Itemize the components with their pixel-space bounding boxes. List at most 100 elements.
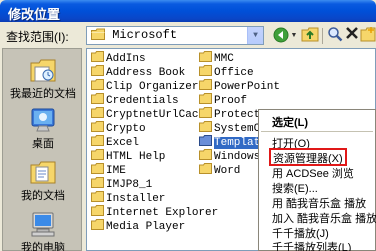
back-arrow-icon [273,27,289,43]
folder-name: Proof [214,95,248,107]
menu-separator [261,131,373,132]
look-in-value: Microsoft [112,28,178,42]
folder-item[interactable]: PowerPoint [199,79,280,93]
folder-name: Credentials [106,95,179,107]
up-folder-button[interactable] [300,26,320,46]
up-folder-icon [301,27,319,42]
folder-icon [91,107,104,118]
folder-icon [91,205,104,216]
folder-icon [91,65,104,76]
folder-item[interactable]: Crypto [91,121,146,135]
folder-item[interactable]: Office [199,65,254,79]
menu-item-search[interactable]: 搜索(E)... [272,180,318,195]
folder-icon [199,163,212,174]
folder-icon [199,107,212,118]
folder-icon [199,149,212,160]
place-desktop[interactable]: 桌面 [3,107,83,151]
desktop-icon [31,108,55,132]
back-dropdown-icon[interactable]: ▼ [290,26,298,46]
folder-item[interactable]: Windows [199,149,261,163]
new-folder-icon [360,27,376,42]
look-in-label: 查找范围(I): [6,30,69,44]
folder-item[interactable]: Media Player [91,219,186,233]
folder-name: Windows [214,151,261,163]
menu-item-acdsee-browse[interactable]: 用 ACDSee 浏览 [272,165,354,180]
folder-item[interactable]: IMJP8_1 [91,177,153,191]
place-label: 我的电脑 [21,242,65,251]
folder-item[interactable]: HTML Help [91,149,166,163]
toolbar: 查找范围(I): Microsoft ▼ ▼ [0,22,376,48]
folder-item[interactable]: Protect [199,107,261,121]
folder-name: Internet Explorer [106,207,219,219]
folder-name: Excel [106,137,140,149]
delete-button[interactable] [344,26,360,46]
folder-name: AddIns [106,53,146,65]
place-my-computer[interactable]: 我的电脑 [3,211,83,251]
folder-item[interactable]: Word [199,163,241,177]
toolbar-divider [322,28,323,44]
folder-item[interactable]: Excel [91,135,140,149]
folder-name: IME [106,165,126,177]
folder-item[interactable]: IME [91,163,126,177]
folder-item[interactable]: Proof [199,93,248,107]
menu-item-open[interactable]: 打开(O) [272,135,310,150]
place-my-documents[interactable]: 我的文档 [3,159,83,203]
folder-icon [199,65,212,76]
back-button[interactable] [270,26,292,46]
recent-documents-icon [30,59,56,82]
my-documents-icon [30,161,56,184]
folder-item[interactable]: CryptnetUrlCache [91,107,212,121]
folder-item[interactable]: Clip Organizer [91,79,199,93]
folder-name: HTML Help [106,151,166,163]
folder-item[interactable]: Address Book [91,65,186,79]
menu-item-explorer[interactable]: 资源管理器(X) [269,148,347,166]
folder-icon [91,51,104,62]
look-in-combo[interactable]: Microsoft ▼ [86,26,264,45]
search-button[interactable] [326,26,344,46]
menu-item-kuwo-play[interactable]: 用 酷我音乐盒 播放 [272,195,366,210]
window-title: 修改位置 [8,7,61,22]
folder-name: MMC [214,53,234,65]
folder-item[interactable]: Installer [91,191,166,205]
folder-name: IMJP8_1 [106,179,153,191]
folder-icon [199,121,212,132]
folder-name: Clip Organizer [106,81,199,93]
folder-name: Office [214,67,254,79]
menu-item-ttplayer-playlist[interactable]: 千千播放列表(L) [272,239,351,251]
search-icon [328,27,343,42]
folder-item[interactable]: Credentials [91,93,179,107]
folder-icon [91,135,104,146]
folder-name: Word [214,165,241,177]
folder-icon [91,121,104,132]
new-folder-button[interactable] [360,26,376,46]
place-label: 我的文档 [21,190,65,202]
folder-icon [91,79,104,90]
folder-icon [91,191,104,202]
folder-icon [91,149,104,160]
context-menu: 选定(L) 打开(O) 资源管理器(X) 用 ACDSee 浏览 搜索(E)..… [258,109,376,251]
place-label: 我最近的文档 [10,88,76,100]
folder-name: Media Player [106,221,186,233]
folder-icon [199,93,212,104]
folder-item[interactable]: MMC [199,51,234,65]
folder-icon [91,177,104,188]
folder-item[interactable]: AddIns [91,51,146,65]
folder-name: Protect [214,109,261,121]
menu-item-kuwo-add[interactable]: 加入 酷我音乐盒 播放 [272,210,376,225]
place-label: 桌面 [32,138,54,150]
place-recent-documents[interactable]: 我最近的文档 [3,57,83,101]
folder-name: Installer [106,193,166,205]
folder-icon [199,79,212,90]
places-bar: 我最近的文档 桌面 我的文档 我的电脑 [2,48,82,251]
close-icon [346,27,358,39]
folder-icon [199,135,212,146]
folder-name: Address Book [106,67,186,79]
folder-name: Crypto [106,123,146,135]
menu-item-ttplayer-play[interactable]: 千千播放(J) [272,225,329,240]
folder-item[interactable]: Internet Explorer [91,205,219,219]
folder-name: CryptnetUrlCache [106,109,212,121]
menu-item-select[interactable]: 选定(L) [272,114,308,129]
folder-icon [199,51,212,62]
chevron-down-icon[interactable]: ▼ [247,27,263,44]
folder-icon [91,28,105,44]
